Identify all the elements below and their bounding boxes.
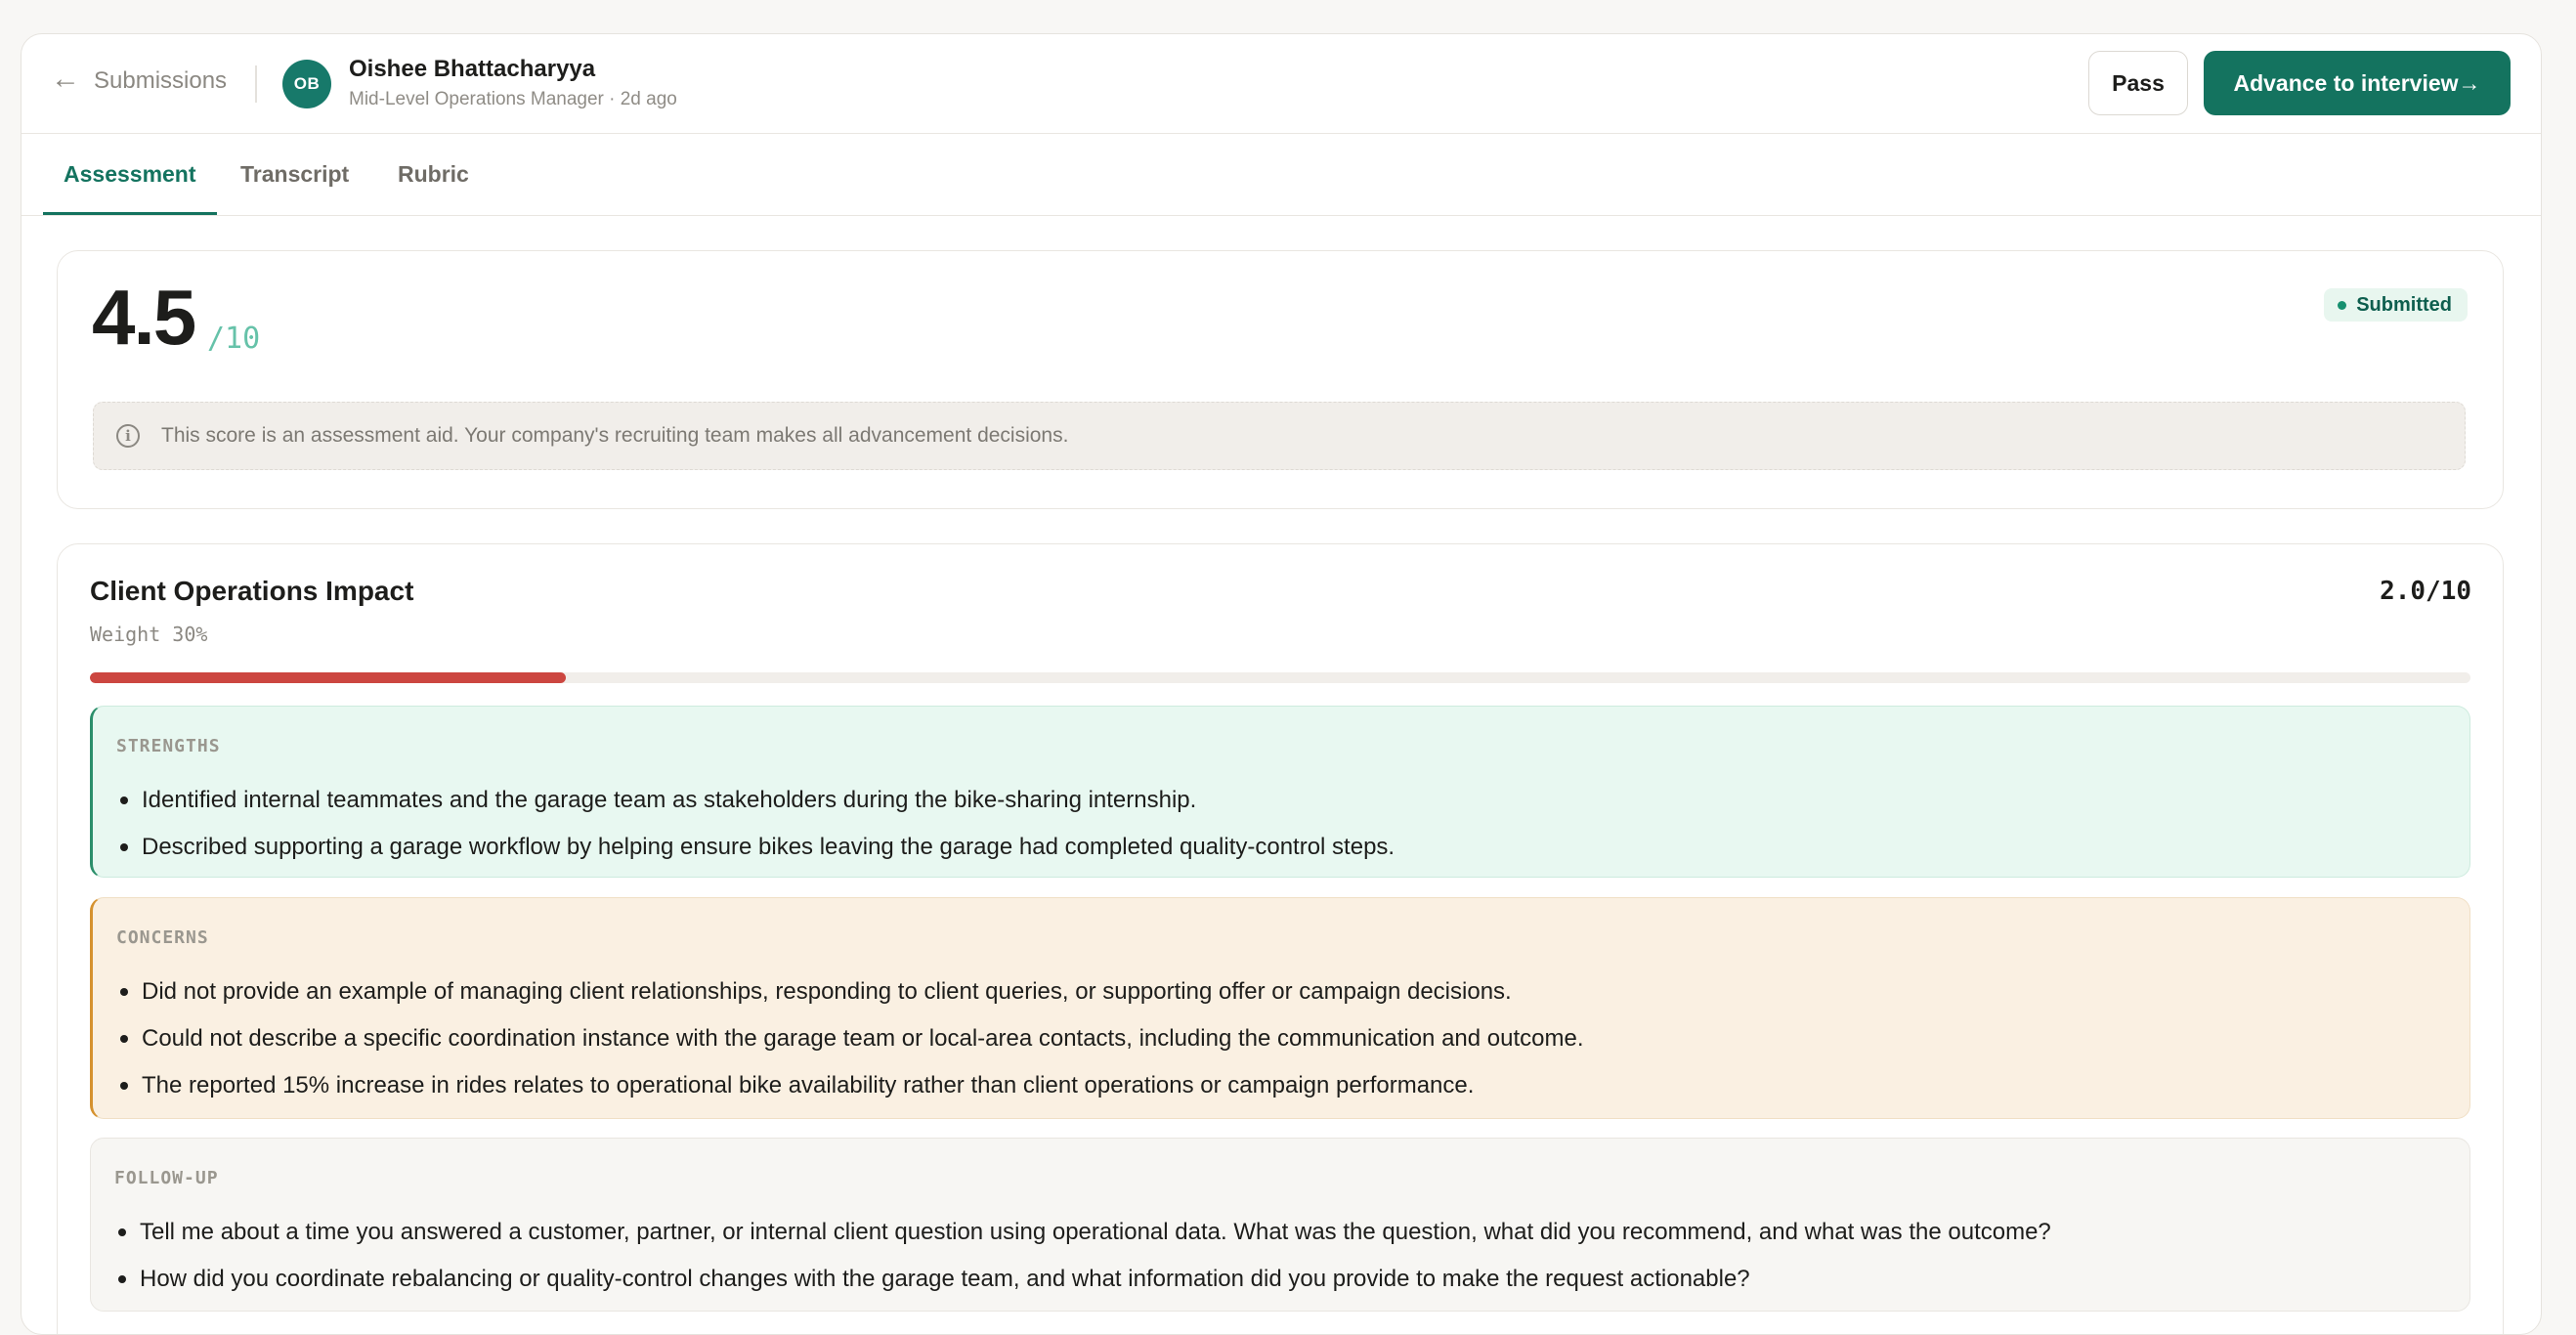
- status-badge: Submitted: [2324, 288, 2468, 322]
- concern-item: The reported 15% increase in rides relat…: [112, 1062, 1584, 1109]
- overall-score-card: 4.5 /10 Submitted i This score is an ass…: [57, 250, 2504, 509]
- concerns-list: Did not provide an example of managing c…: [112, 969, 1584, 1109]
- notice-text: This score is an assessment aid. Your co…: [161, 424, 1069, 447]
- overall-score: 4.5: [92, 274, 196, 361]
- concern-item: Did not provide an example of managing c…: [112, 969, 1584, 1015]
- follow-up-label: FOLLOW-UP: [114, 1168, 219, 1188]
- strength-item: Identified internal teammates and the ga…: [112, 777, 1395, 824]
- submission-panel: ← Submissions OB Oishee Bhattacharyya Mi…: [21, 33, 2542, 1335]
- candidate-meta: Mid-Level Operations Manager · 2d ago: [349, 89, 677, 109]
- follow-up-section: FOLLOW-UP Tell me about a time you answe…: [90, 1138, 2470, 1312]
- criterion-score: 2.0/10: [2380, 577, 2471, 606]
- tab-transcript[interactable]: Transcript: [240, 134, 349, 215]
- concern-item: Could not describe a specific coordinati…: [112, 1015, 1584, 1062]
- concerns-label: CONCERNS: [116, 927, 209, 948]
- tab-rubric[interactable]: Rubric: [398, 134, 469, 215]
- strengths-list: Identified internal teammates and the ga…: [112, 777, 1395, 871]
- assessment-aid-notice: i This score is an assessment aid. Your …: [93, 402, 2466, 470]
- back-label: Submissions: [94, 67, 228, 94]
- pass-button[interactable]: Pass: [2088, 51, 2188, 115]
- criterion-card: Client Operations Impact Weight 30% 2.0/…: [57, 543, 2504, 1334]
- advance-to-interview-button[interactable]: Advance to interview→: [2204, 51, 2511, 115]
- strength-item: Described supporting a garage workflow b…: [112, 824, 1395, 871]
- follow-up-item: Tell me about a time you answered a cust…: [110, 1209, 2051, 1256]
- follow-up-list: Tell me about a time you answered a cust…: [110, 1209, 2051, 1303]
- status-text: Submitted: [2356, 293, 2452, 316]
- back-to-submissions-link[interactable]: ← Submissions: [51, 63, 228, 95]
- concerns-section: CONCERNS Did not provide an example of m…: [90, 897, 2470, 1119]
- criterion-weight: Weight 30%: [90, 623, 208, 646]
- score-denominator: /10: [207, 322, 261, 356]
- arrow-left-icon: ←: [51, 63, 80, 95]
- candidate-name: Oishee Bhattacharyya: [349, 56, 596, 82]
- strengths-label: STRENGTHS: [116, 736, 221, 756]
- top-bar: ← Submissions OB Oishee Bhattacharyya Mi…: [21, 34, 2541, 134]
- status-dot-icon: [2338, 300, 2347, 310]
- tab-assessment[interactable]: Assessment: [43, 134, 217, 215]
- info-icon: i: [116, 424, 140, 448]
- criterion-score-bar: [90, 672, 2470, 683]
- avatar: OB: [282, 60, 331, 108]
- tab-bar: Assessment Transcript Rubric: [21, 134, 2541, 216]
- criterion-score-bar-fill: [90, 672, 567, 683]
- criterion-title: Client Operations Impact: [90, 576, 414, 606]
- divider: [255, 65, 257, 103]
- strengths-section: STRENGTHS Identified internal teammates …: [90, 706, 2470, 878]
- follow-up-item: How did you coordinate rebalancing or qu…: [110, 1256, 2051, 1303]
